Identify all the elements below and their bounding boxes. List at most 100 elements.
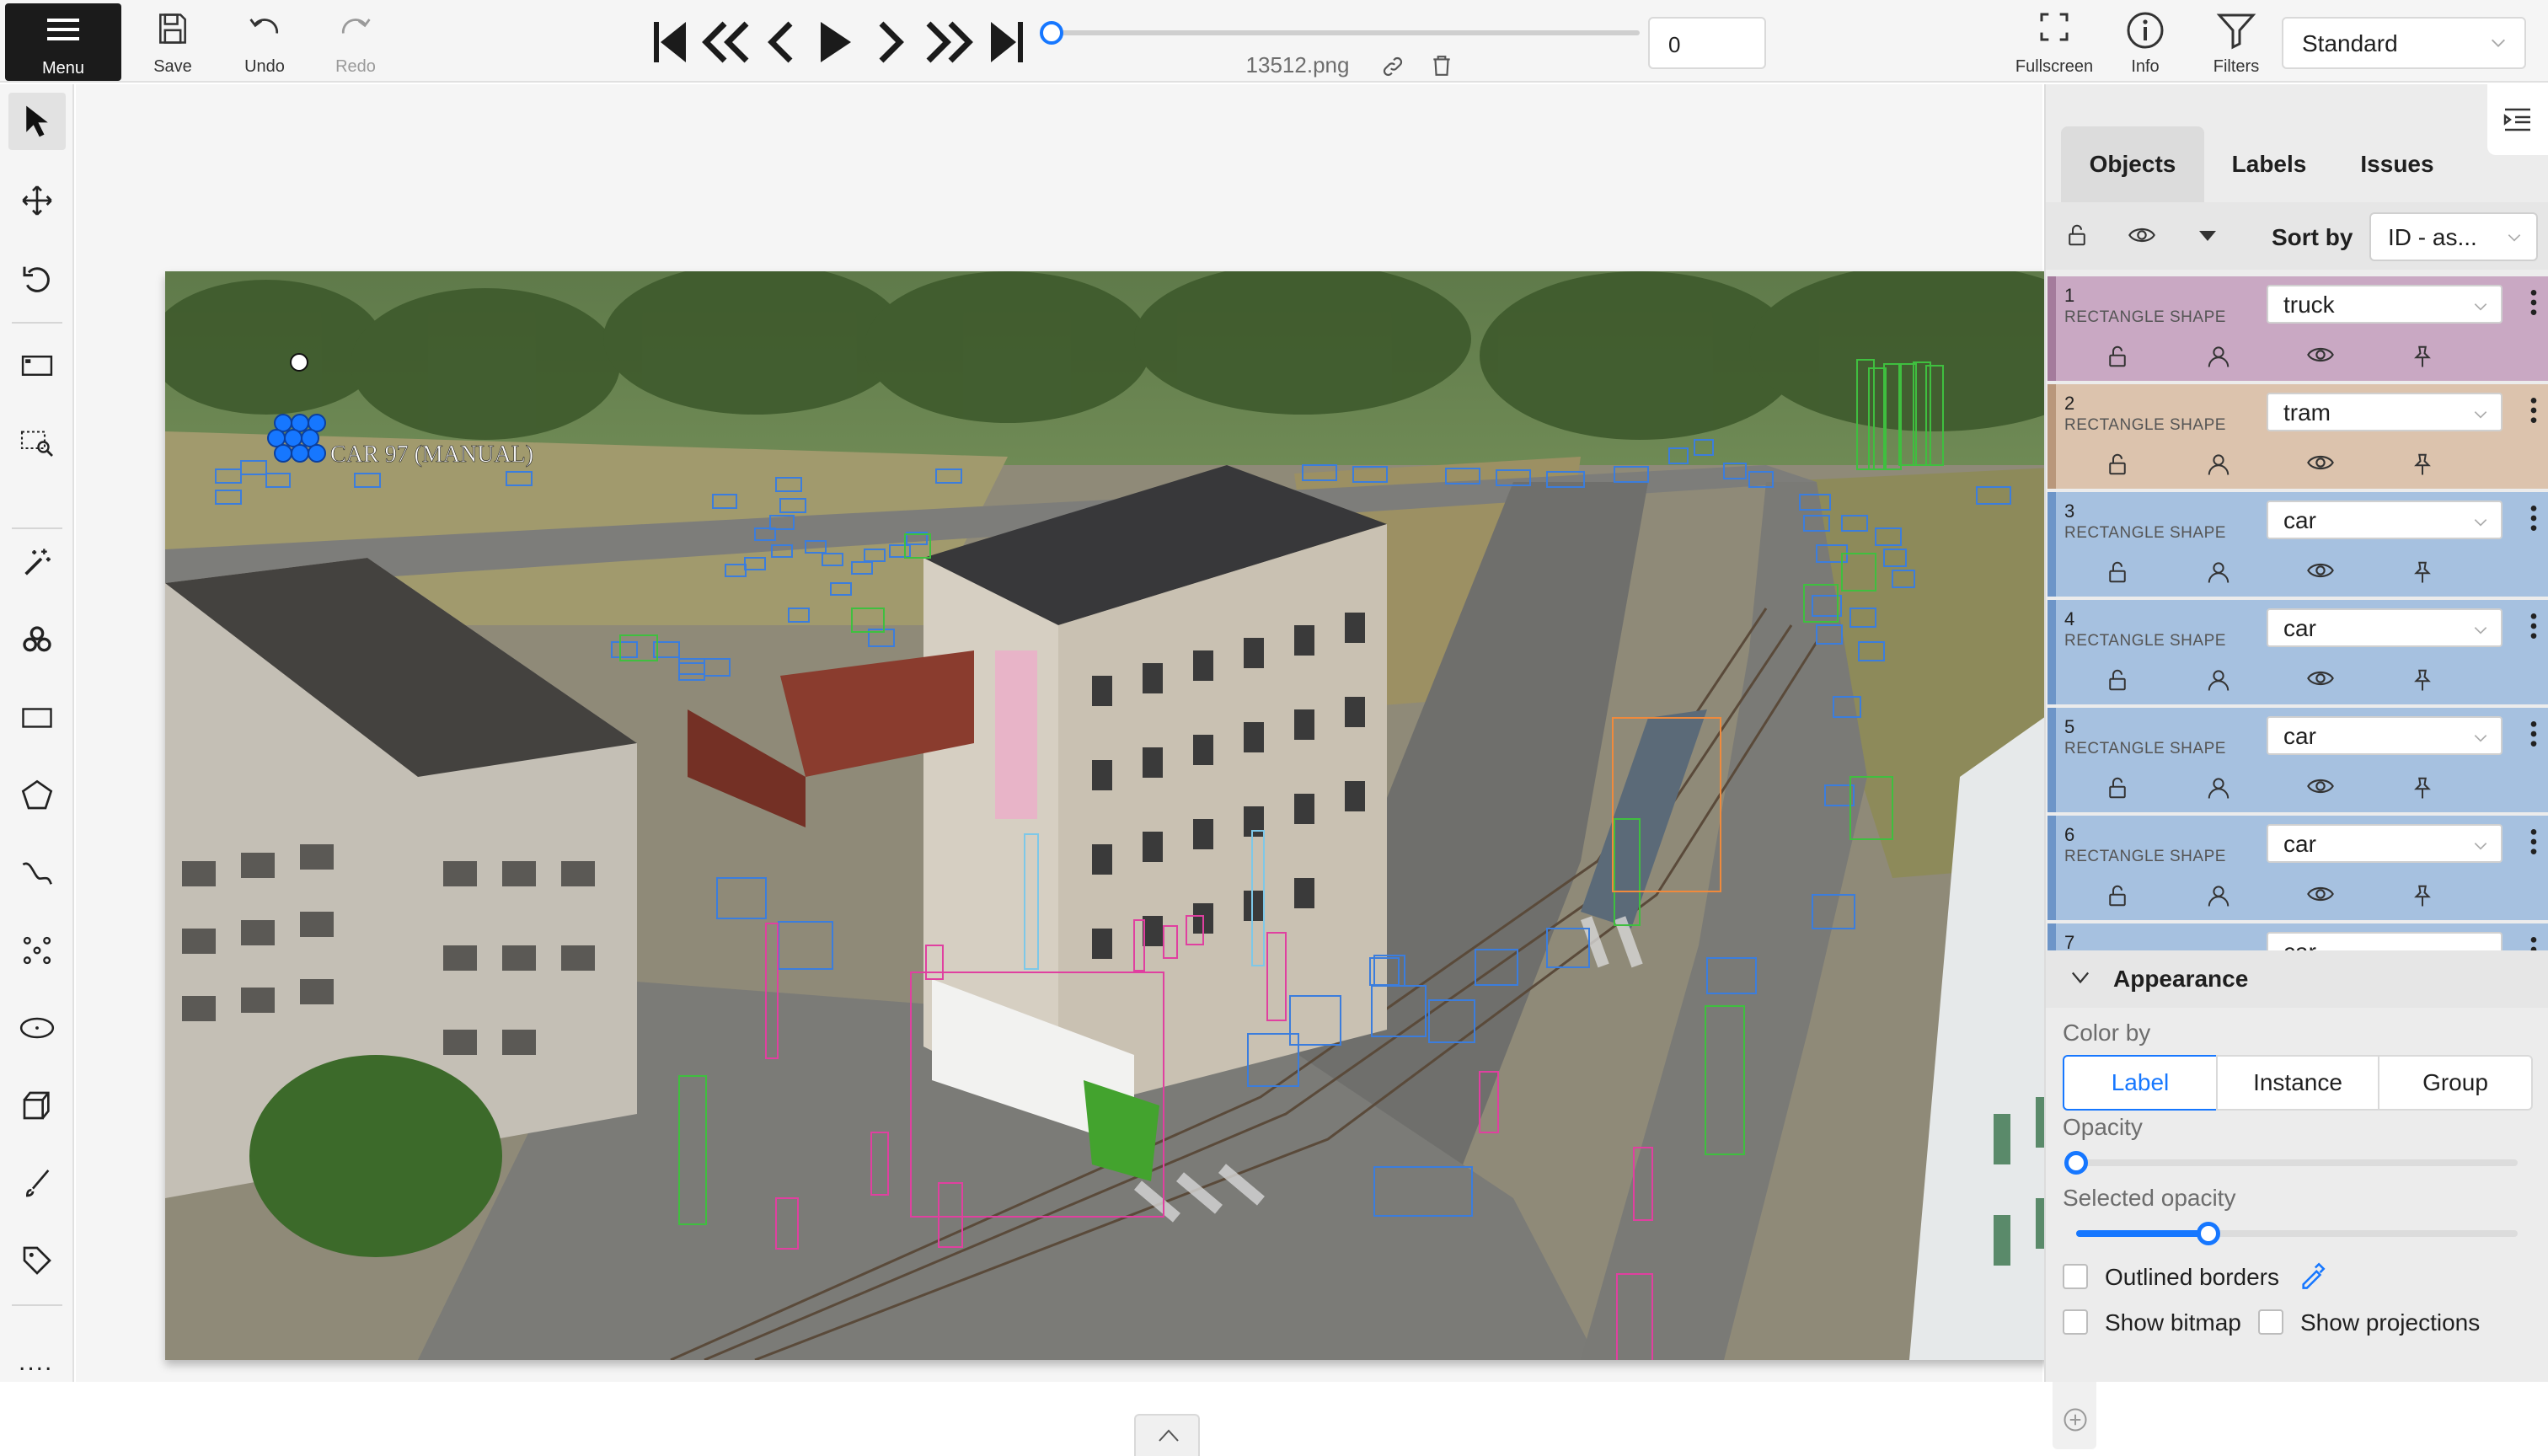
undo-button[interactable]: Undo — [222, 7, 307, 78]
annotation-canvas[interactable]: CAR 97 (MANUAL) — [76, 84, 2103, 1456]
object-pin-button[interactable] — [2410, 775, 2435, 805]
object-visibility-button[interactable] — [2307, 667, 2334, 693]
object-menu-button[interactable] — [2529, 288, 2538, 321]
sidebar-toggle-button[interactable] — [2487, 84, 2548, 155]
object-label-select[interactable]: truck — [2267, 285, 2502, 324]
workspace-select[interactable]: Standard — [2282, 17, 2526, 69]
cursor-tool[interactable] — [8, 93, 66, 150]
object-pin-button[interactable] — [2410, 883, 2435, 913]
object-label-select[interactable]: car — [2267, 608, 2502, 647]
object-visibility-button[interactable] — [2307, 344, 2334, 370]
color-by-group-option[interactable]: Group — [2378, 1055, 2533, 1111]
tag-tool[interactable] — [8, 1232, 66, 1289]
info-button[interactable]: Info — [2103, 7, 2187, 78]
fast-forward-icon[interactable] — [923, 20, 974, 64]
object-menu-button[interactable] — [2529, 720, 2538, 752]
object-lock-button[interactable] — [2105, 344, 2130, 373]
draw-points-tool[interactable] — [8, 922, 66, 979]
object-menu-button[interactable] — [2529, 612, 2538, 645]
frame-slider-handle[interactable] — [1040, 21, 1063, 45]
object-item[interactable]: 2 RECTANGLE SHAPE tram — [2048, 384, 2548, 489]
object-label-select[interactable]: tram — [2267, 393, 2502, 431]
object-pin-button[interactable] — [2410, 344, 2435, 373]
collapse-bottom-panel-button[interactable] — [1134, 1414, 1200, 1456]
object-label-select[interactable]: car — [2267, 500, 2502, 539]
save-button[interactable]: Save — [131, 7, 215, 78]
outlined-borders-checkbox[interactable] — [2063, 1264, 2088, 1289]
object-menu-button[interactable] — [2529, 396, 2538, 429]
tab-objects[interactable]: Objects — [2061, 126, 2204, 202]
openvino-tool[interactable] — [8, 612, 66, 669]
object-label-select[interactable]: car — [2267, 932, 2502, 950]
sort-by-select[interactable]: ID - as... — [2369, 212, 2538, 261]
color-by-instance-option[interactable]: Instance — [2216, 1055, 2379, 1111]
opacity-slider-track[interactable] — [2076, 1159, 2518, 1166]
object-visibility-button[interactable] — [2307, 452, 2334, 478]
object-lock-button[interactable] — [2105, 775, 2130, 805]
object-item[interactable]: 4 RECTANGLE SHAPE car — [2048, 600, 2548, 704]
draw-polyline-tool[interactable] — [8, 844, 66, 902]
move-tool[interactable] — [8, 172, 66, 229]
object-menu-button[interactable] — [2529, 827, 2538, 860]
tab-issues[interactable]: Issues — [2334, 126, 2460, 202]
play-icon[interactable] — [817, 20, 853, 64]
selected-opacity-slider-track[interactable] — [2076, 1230, 2518, 1237]
draw-polygon-tool[interactable] — [8, 767, 66, 824]
show-all-icon[interactable] — [2128, 224, 2155, 246]
object-item[interactable]: 5 RECTANGLE SHAPE car — [2048, 708, 2548, 812]
object-lock-button[interactable] — [2105, 559, 2130, 589]
object-item[interactable]: 7 car — [2048, 923, 2548, 950]
zoom-region-tool[interactable] — [8, 415, 66, 472]
object-pin-button[interactable] — [2410, 667, 2435, 697]
object-item[interactable]: 3 RECTANGLE SHAPE car — [2048, 492, 2548, 597]
caret-down-icon[interactable] — [2197, 229, 2218, 243]
draw-mask-tool[interactable] — [8, 1154, 66, 1212]
unlock-all-icon[interactable] — [2064, 222, 2090, 248]
object-pin-button[interactable] — [2410, 452, 2435, 481]
frame-number-input[interactable]: 0 — [1648, 17, 1766, 69]
redo-button[interactable]: Redo — [313, 7, 398, 78]
object-occluded-button[interactable] — [2206, 667, 2231, 697]
draw-ellipse-tool[interactable] — [8, 999, 66, 1057]
appearance-panel-header[interactable]: Appearance — [2046, 950, 2548, 1008]
object-lock-button[interactable] — [2105, 452, 2130, 481]
object-occluded-button[interactable] — [2206, 452, 2231, 481]
object-menu-button[interactable] — [2529, 935, 2538, 950]
object-label-select[interactable]: car — [2267, 716, 2502, 755]
object-visibility-button[interactable] — [2307, 559, 2334, 586]
filters-button[interactable]: Filters — [2194, 7, 2278, 78]
previous-frame-icon[interactable] — [765, 20, 795, 64]
last-frame-icon[interactable] — [988, 20, 1025, 64]
draw-rectangle-tool[interactable] — [8, 689, 66, 747]
color-picker-icon[interactable] — [2299, 1261, 2327, 1289]
color-by-label-option[interactable]: Label — [2063, 1055, 2218, 1111]
link-icon[interactable] — [1382, 56, 1404, 78]
fit-image-tool[interactable] — [8, 337, 66, 394]
delete-frame-icon[interactable] — [1431, 54, 1453, 78]
magic-wand-tool[interactable] — [8, 534, 66, 592]
object-occluded-button[interactable] — [2206, 883, 2231, 913]
zoom-in-icon[interactable] — [2063, 1407, 2088, 1432]
object-menu-button[interactable] — [2529, 504, 2538, 537]
object-label-select[interactable]: car — [2267, 824, 2502, 863]
first-frame-icon[interactable] — [652, 20, 689, 64]
object-lock-button[interactable] — [2105, 667, 2130, 697]
next-frame-icon[interactable] — [876, 20, 907, 64]
object-occluded-button[interactable] — [2206, 559, 2231, 589]
object-item[interactable]: 6 RECTANGLE SHAPE car — [2048, 816, 2548, 920]
opacity-slider-handle[interactable] — [2064, 1151, 2088, 1175]
rotate-tool[interactable] — [8, 249, 66, 307]
draw-cuboid-tool[interactable] — [8, 1077, 66, 1134]
show-bitmap-checkbox[interactable] — [2063, 1309, 2088, 1335]
object-visibility-button[interactable] — [2307, 775, 2334, 801]
selected-opacity-slider-handle[interactable] — [2197, 1222, 2221, 1245]
object-occluded-button[interactable] — [2206, 344, 2231, 373]
frame-image[interactable]: CAR 97 (MANUAL) — [165, 271, 2103, 1360]
object-item[interactable]: 1 RECTANGLE SHAPE truck — [2048, 276, 2548, 381]
object-visibility-button[interactable] — [2307, 883, 2334, 909]
more-tools-icon[interactable]: .... — [19, 1348, 53, 1377]
tab-labels[interactable]: Labels — [2206, 126, 2332, 202]
menu-button[interactable]: Menu — [5, 3, 121, 81]
frame-slider-track[interactable] — [1053, 30, 1640, 35]
object-pin-button[interactable] — [2410, 559, 2435, 589]
